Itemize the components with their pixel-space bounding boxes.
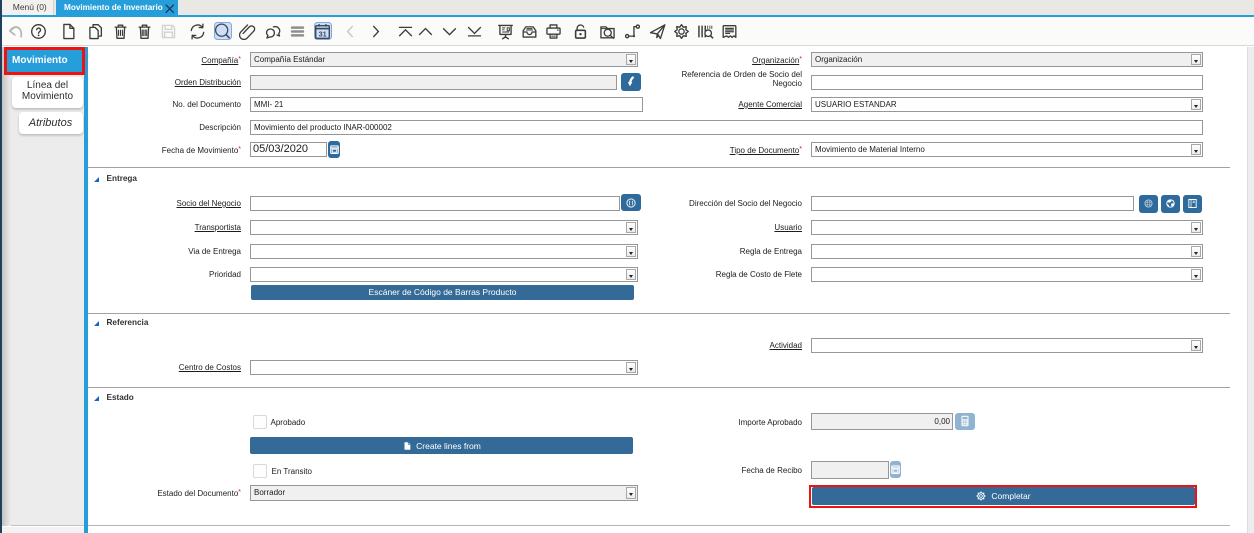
svg-text:31: 31	[318, 30, 326, 39]
